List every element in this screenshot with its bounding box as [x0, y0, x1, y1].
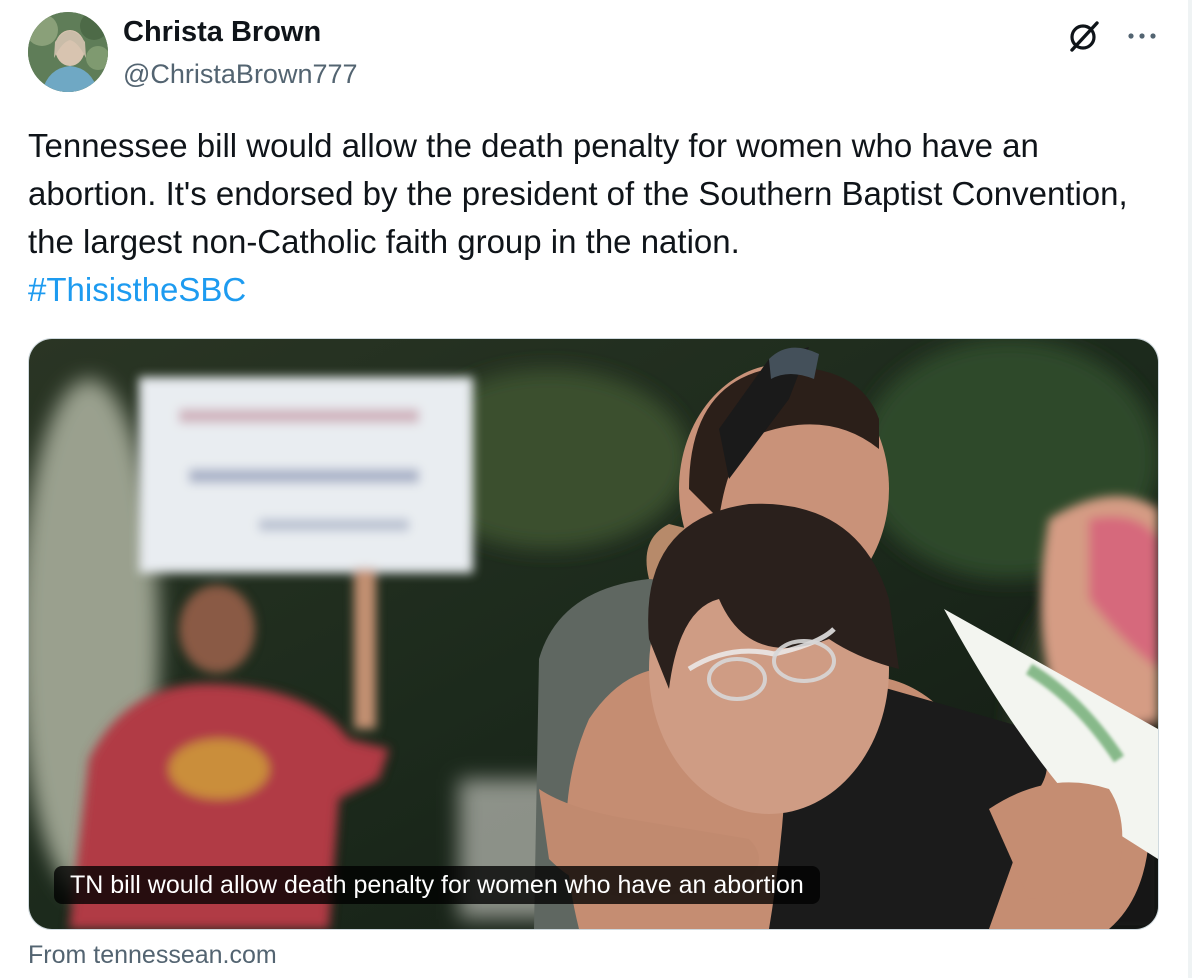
scrollbar-track: [1188, 0, 1192, 978]
card-source[interactable]: From tennessean.com: [28, 938, 277, 972]
card-image: [29, 339, 1158, 929]
tweet-text: Tennessee bill would allow the death pen…: [28, 122, 1148, 314]
display-name[interactable]: Christa Brown: [123, 14, 358, 50]
grok-icon[interactable]: [1064, 16, 1104, 56]
tweet-header: Christa Brown @ChristaBrown777: [28, 12, 1162, 92]
more-icon[interactable]: [1122, 16, 1162, 56]
header-actions: [1064, 16, 1162, 56]
author-names: Christa Brown @ChristaBrown777: [123, 14, 358, 92]
link-card[interactable]: TN bill would allow death penalty for wo…: [28, 338, 1159, 930]
card-caption: TN bill would allow death penalty for wo…: [54, 866, 820, 904]
hashtag-link[interactable]: #ThisistheSBC: [28, 271, 246, 308]
avatar[interactable]: [28, 12, 108, 92]
handle[interactable]: @ChristaBrown777: [123, 56, 358, 92]
tweet-body: Tennessee bill would allow the death pen…: [28, 127, 1128, 260]
